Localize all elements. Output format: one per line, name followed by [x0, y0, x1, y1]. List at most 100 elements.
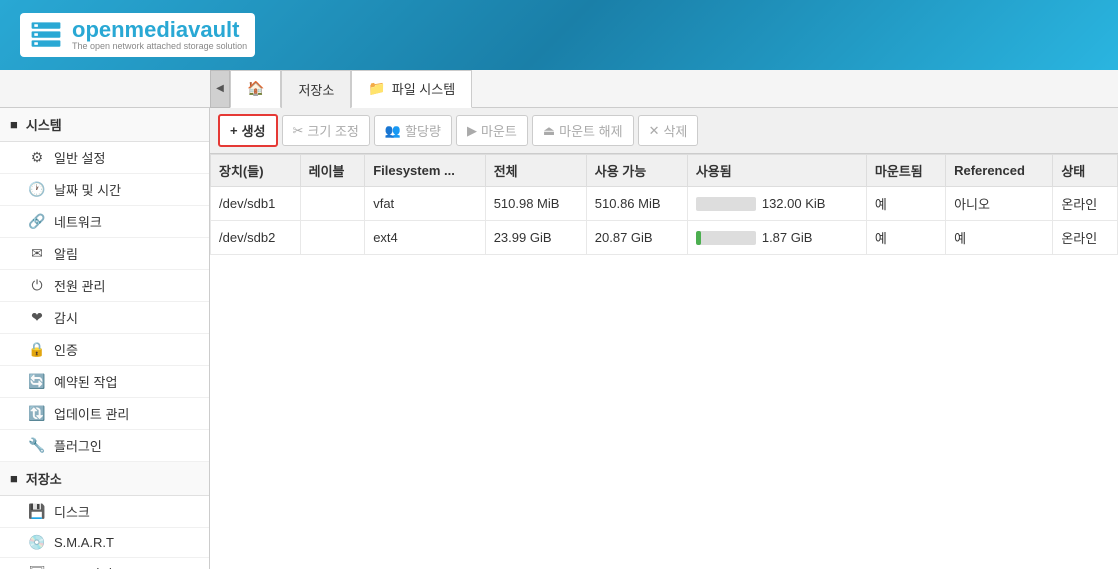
allocate-icon: 👥	[385, 123, 401, 139]
chevron-left-icon: ◀	[216, 83, 224, 94]
home-icon: 🏠	[247, 80, 264, 97]
cell-available: 510.86 MiB	[586, 187, 687, 221]
cell-label	[300, 221, 365, 255]
delete-button[interactable]: ✕ 삭제	[638, 115, 699, 146]
gear-icon: ⚙	[28, 149, 46, 166]
table-row[interactable]: /dev/sdb1 vfat 510.98 MiB 510.86 MiB 132…	[211, 187, 1118, 221]
col-label: 레이블	[300, 155, 365, 187]
resize-button-label: 크기 조정	[307, 121, 358, 140]
cell-mounted: 예	[866, 187, 945, 221]
cell-device: /dev/sdb2	[211, 221, 301, 255]
sidebar-item-smart-label: S.M.A.R.T	[54, 535, 114, 550]
sidebar: ■ 시스템 ⚙ 일반 설정 🕐 날짜 및 시간 🔗 네트워크 ✉ 알림 ⏻ 전원…	[0, 108, 210, 569]
unmount-button[interactable]: ⏏ 마운트 해제	[532, 115, 634, 146]
refresh-icon: 🔄	[28, 373, 46, 390]
col-total: 전체	[485, 155, 586, 187]
sidebar-item-notification-label: 알림	[54, 244, 78, 263]
logo-text: openmediavault The open network attached…	[72, 19, 247, 51]
sidebar-item-general-label: 일반 설정	[54, 148, 105, 167]
create-button[interactable]: + 생성	[218, 114, 278, 147]
nav-tabs: ◀ 🏠 저장소 📁 파일 시스템	[0, 70, 1118, 108]
sidebar-item-scheduled-label: 예약된 작업	[54, 372, 117, 391]
folder-icon: 📁	[368, 80, 385, 97]
cell-status: 온라인	[1053, 187, 1118, 221]
sidebar-item-smart[interactable]: 💿 S.M.A.R.T	[0, 528, 209, 558]
resize-icon: ✂	[293, 123, 304, 139]
sidebar-item-raid-label: RAID 관리	[54, 564, 113, 569]
sidebar-item-raid[interactable]: 🗄 RAID 관리	[0, 558, 209, 569]
mount-icon: ▶	[467, 123, 477, 139]
main-layout: ■ 시스템 ⚙ 일반 설정 🕐 날짜 및 시간 🔗 네트워크 ✉ 알림 ⏻ 전원…	[0, 108, 1118, 569]
col-available: 사용 가능	[586, 155, 687, 187]
wrench-icon: 🔧	[28, 437, 46, 454]
sidebar-item-monitor[interactable]: ❤ 감시	[0, 302, 209, 334]
square-icon: ■	[10, 117, 18, 132]
tab-home[interactable]: 🏠	[230, 70, 281, 108]
cell-available: 20.87 GiB	[586, 221, 687, 255]
usage-bar	[696, 231, 756, 245]
mount-button-label: 마운트	[481, 121, 517, 140]
plus-icon: +	[230, 123, 238, 138]
usage-bar	[696, 197, 756, 211]
sidebar-item-update-label: 업데이트 관리	[54, 404, 129, 423]
sidebar-section-storage[interactable]: ■ 저장소	[0, 462, 209, 496]
usage-value: 132.00 KiB	[762, 196, 826, 211]
sidebar-item-disk-label: 디스크	[54, 502, 90, 521]
sidebar-item-network[interactable]: 🔗 네트워크	[0, 206, 209, 238]
sidebar-section-system[interactable]: ■ 시스템	[0, 108, 209, 142]
cell-device: /dev/sdb1	[211, 187, 301, 221]
unmount-icon: ⏏	[543, 123, 555, 139]
cell-mounted: 예	[866, 221, 945, 255]
sidebar-item-notification[interactable]: ✉ 알림	[0, 238, 209, 270]
delete-icon: ✕	[649, 123, 660, 139]
logo-title: openmediavault	[72, 19, 247, 41]
sidebar-section-system-label: 시스템	[26, 115, 62, 134]
mount-button[interactable]: ▶ 마운트	[456, 115, 528, 146]
resize-button[interactable]: ✂ 크기 조정	[282, 115, 370, 146]
cell-total: 23.99 GiB	[485, 221, 586, 255]
sidebar-collapse-button[interactable]: ◀	[210, 70, 230, 108]
logo-icon	[28, 17, 64, 53]
cell-filesystem: vfat	[365, 187, 485, 221]
unmount-button-label: 마운트 해제	[559, 121, 622, 140]
sidebar-item-power[interactable]: ⏻ 전원 관리	[0, 270, 209, 302]
table-header-row: 장치(들) 레이블 Filesystem ... 전체 사용 가능 사용됨 마운…	[211, 155, 1118, 187]
tab-filesystem[interactable]: 📁 파일 시스템	[351, 70, 472, 108]
sidebar-item-update[interactable]: 🔃 업데이트 관리	[0, 398, 209, 430]
sidebar-item-datetime[interactable]: 🕐 날짜 및 시간	[0, 174, 209, 206]
cell-total: 510.98 MiB	[485, 187, 586, 221]
cell-referenced: 예	[946, 221, 1053, 255]
cell-filesystem: ext4	[365, 221, 485, 255]
table-row[interactable]: /dev/sdb2 ext4 23.99 GiB 20.87 GiB 1.87 …	[211, 221, 1118, 255]
sidebar-item-auth[interactable]: 🔒 인증	[0, 334, 209, 366]
sidebar-item-general[interactable]: ⚙ 일반 설정	[0, 142, 209, 174]
cell-label	[300, 187, 365, 221]
network-icon: 🔗	[28, 213, 46, 230]
heart-icon: ❤	[28, 309, 46, 326]
sidebar-item-disk[interactable]: 💾 디스크	[0, 496, 209, 528]
header: openmediavault The open network attached…	[0, 0, 1118, 70]
col-mounted: 마운트됨	[866, 155, 945, 187]
cell-status: 온라인	[1053, 221, 1118, 255]
disk-icon: 💾	[28, 503, 46, 520]
filesystem-table: 장치(들) 레이블 Filesystem ... 전체 사용 가능 사용됨 마운…	[210, 154, 1118, 569]
sidebar-item-plugin[interactable]: 🔧 플러그인	[0, 430, 209, 462]
col-device: 장치(들)	[211, 155, 301, 187]
col-status: 상태	[1053, 155, 1118, 187]
col-filesystem: Filesystem ...	[365, 155, 485, 187]
update-icon: 🔃	[28, 405, 46, 422]
cell-used: 1.87 GiB	[687, 221, 866, 255]
main-content: + 생성 ✂ 크기 조정 👥 할당량 ▶ 마운트 ⏏ 마운트 해제 ✕ 삭제	[210, 108, 1118, 569]
sidebar-item-power-label: 전원 관리	[54, 276, 105, 295]
sidebar-item-monitor-label: 감시	[54, 308, 78, 327]
sidebar-section-storage-label: 저장소	[26, 469, 62, 488]
logo: openmediavault The open network attached…	[20, 13, 255, 57]
delete-button-label: 삭제	[663, 121, 687, 140]
col-referenced: Referenced	[946, 155, 1053, 187]
power-icon: ⏻	[28, 277, 46, 294]
raid-icon: 🗄	[28, 565, 46, 569]
sidebar-item-scheduled[interactable]: 🔄 예약된 작업	[0, 366, 209, 398]
mail-icon: ✉	[28, 245, 46, 262]
tab-storage[interactable]: 저장소	[281, 70, 351, 108]
allocate-button[interactable]: 👥 할당량	[374, 115, 452, 146]
